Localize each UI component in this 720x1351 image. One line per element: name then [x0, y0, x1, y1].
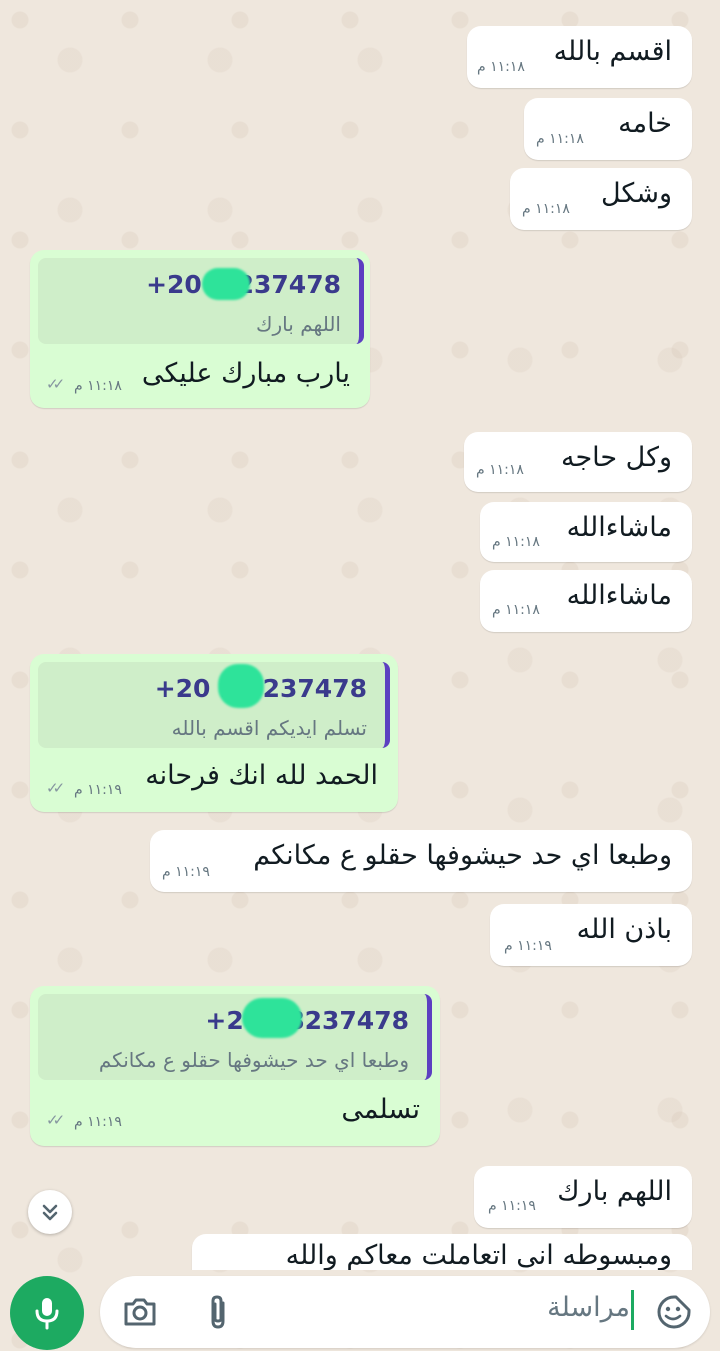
message-text: وطبعا اي حد حيشوفها حقلو ع مكانكم — [253, 840, 672, 871]
message-text: ومبسوطه انى اتعاملت معاكم والله — [285, 1240, 672, 1270]
message-time: ١١:١٨ م — [492, 602, 540, 618]
redaction-mark — [218, 664, 264, 708]
incoming-message[interactable]: باذن الله ١١:١٩ م — [490, 904, 692, 966]
incoming-message[interactable]: وطبعا اي حد حيشوفها حقلو ع مكانكم ١١:١٩ … — [150, 830, 692, 892]
sticker-button[interactable] — [654, 1292, 694, 1332]
message-text: باذن الله — [576, 914, 672, 945]
read-ticks-icon: ✓✓ — [46, 375, 65, 393]
message-time: ١١:١٩ م — [74, 782, 122, 798]
camera-icon — [124, 1298, 156, 1326]
double-chevron-down-icon — [42, 1204, 58, 1221]
incoming-message[interactable]: اقسم بالله ١١:١٨ م — [467, 26, 692, 88]
message-text: يارب مبارك عليكى — [141, 358, 350, 389]
read-ticks-icon: ✓✓ — [46, 1111, 65, 1129]
message-time: ١١:١٨ م — [536, 131, 584, 147]
quoted-message[interactable]: +20 48237478 وطبعا اي حد حيشوفها حقلو ع … — [38, 994, 432, 1080]
text-caret — [631, 1290, 634, 1330]
voice-message-button[interactable] — [10, 1276, 84, 1350]
quote-sender: +20 48237478 — [205, 1006, 409, 1035]
message-text: وشكل — [600, 178, 672, 209]
incoming-message[interactable]: وشكل ١١:١٨ م — [510, 168, 692, 230]
chat-messages[interactable]: اقسم بالله ١١:١٨ م خامه ١١:١٨ م وشكل ١١:… — [0, 0, 720, 1270]
scroll-to-bottom-button[interactable] — [28, 1190, 72, 1234]
quote-text: اللهم بارك — [256, 312, 341, 336]
message-text: تسلمى — [341, 1094, 420, 1125]
message-text: الحمد لله انك فرحانه — [145, 760, 378, 791]
redaction-mark — [242, 998, 302, 1038]
sticker-emoji-icon — [657, 1295, 691, 1329]
message-input[interactable]: مراسلة — [547, 1292, 630, 1323]
message-input-box[interactable]: مراسلة — [100, 1276, 710, 1348]
message-text: ماشاءالله — [566, 512, 672, 543]
incoming-message[interactable]: ومبسوطه انى اتعاملت معاكم والله — [192, 1234, 692, 1270]
quoted-message[interactable]: +20 1 8237478 تسلم ايديكم اقسم بالله — [38, 662, 390, 748]
quoted-message[interactable]: +20 1 237478 اللهم بارك — [38, 258, 364, 344]
quote-text: وطبعا اي حد حيشوفها حقلو ع مكانكم — [98, 1048, 409, 1072]
message-text: خامه — [618, 108, 672, 139]
outgoing-message[interactable]: +20 48237478 وطبعا اي حد حيشوفها حقلو ع … — [30, 986, 440, 1146]
message-time: ١١:١٩ م — [74, 1114, 122, 1130]
message-text: اقسم بالله — [553, 36, 672, 67]
outgoing-message[interactable]: +20 1 237478 اللهم بارك يارب مبارك عليكى… — [30, 250, 370, 408]
camera-button[interactable] — [120, 1294, 160, 1330]
message-time: ١١:١٨ م — [74, 378, 122, 394]
quote-text: تسلم ايديكم اقسم بالله — [171, 716, 367, 740]
message-time: ١١:١٩ م — [504, 938, 552, 954]
message-text: اللهم بارك — [557, 1176, 672, 1207]
outgoing-message[interactable]: +20 1 8237478 تسلم ايديكم اقسم بالله الح… — [30, 654, 398, 812]
microphone-icon — [35, 1298, 59, 1330]
paperclip-icon — [211, 1295, 225, 1329]
message-time: ١١:١٨ م — [492, 534, 540, 550]
incoming-message[interactable]: ماشاءالله ١١:١٨ م — [480, 570, 692, 632]
incoming-message[interactable]: وكل حاجه ١١:١٨ م — [464, 432, 692, 492]
message-time: ١١:١٨ م — [477, 59, 525, 75]
message-time: ١١:١٨ م — [476, 462, 524, 478]
incoming-message[interactable]: اللهم بارك ١١:١٩ م — [474, 1166, 692, 1228]
redaction-mark — [202, 268, 250, 300]
message-time: ١١:١٩ م — [488, 1198, 536, 1214]
message-time: ١١:١٨ م — [522, 201, 570, 217]
message-text: وكل حاجه — [560, 442, 672, 473]
attach-button[interactable] — [200, 1292, 236, 1332]
composer-bar: مراسلة — [0, 1272, 720, 1351]
read-ticks-icon: ✓✓ — [46, 779, 65, 797]
message-text: ماشاءالله — [566, 580, 672, 611]
message-time: ١١:١٩ م — [162, 864, 210, 880]
incoming-message[interactable]: خامه ١١:١٨ م — [524, 98, 692, 160]
incoming-message[interactable]: ماشاءالله ١١:١٨ م — [480, 502, 692, 562]
